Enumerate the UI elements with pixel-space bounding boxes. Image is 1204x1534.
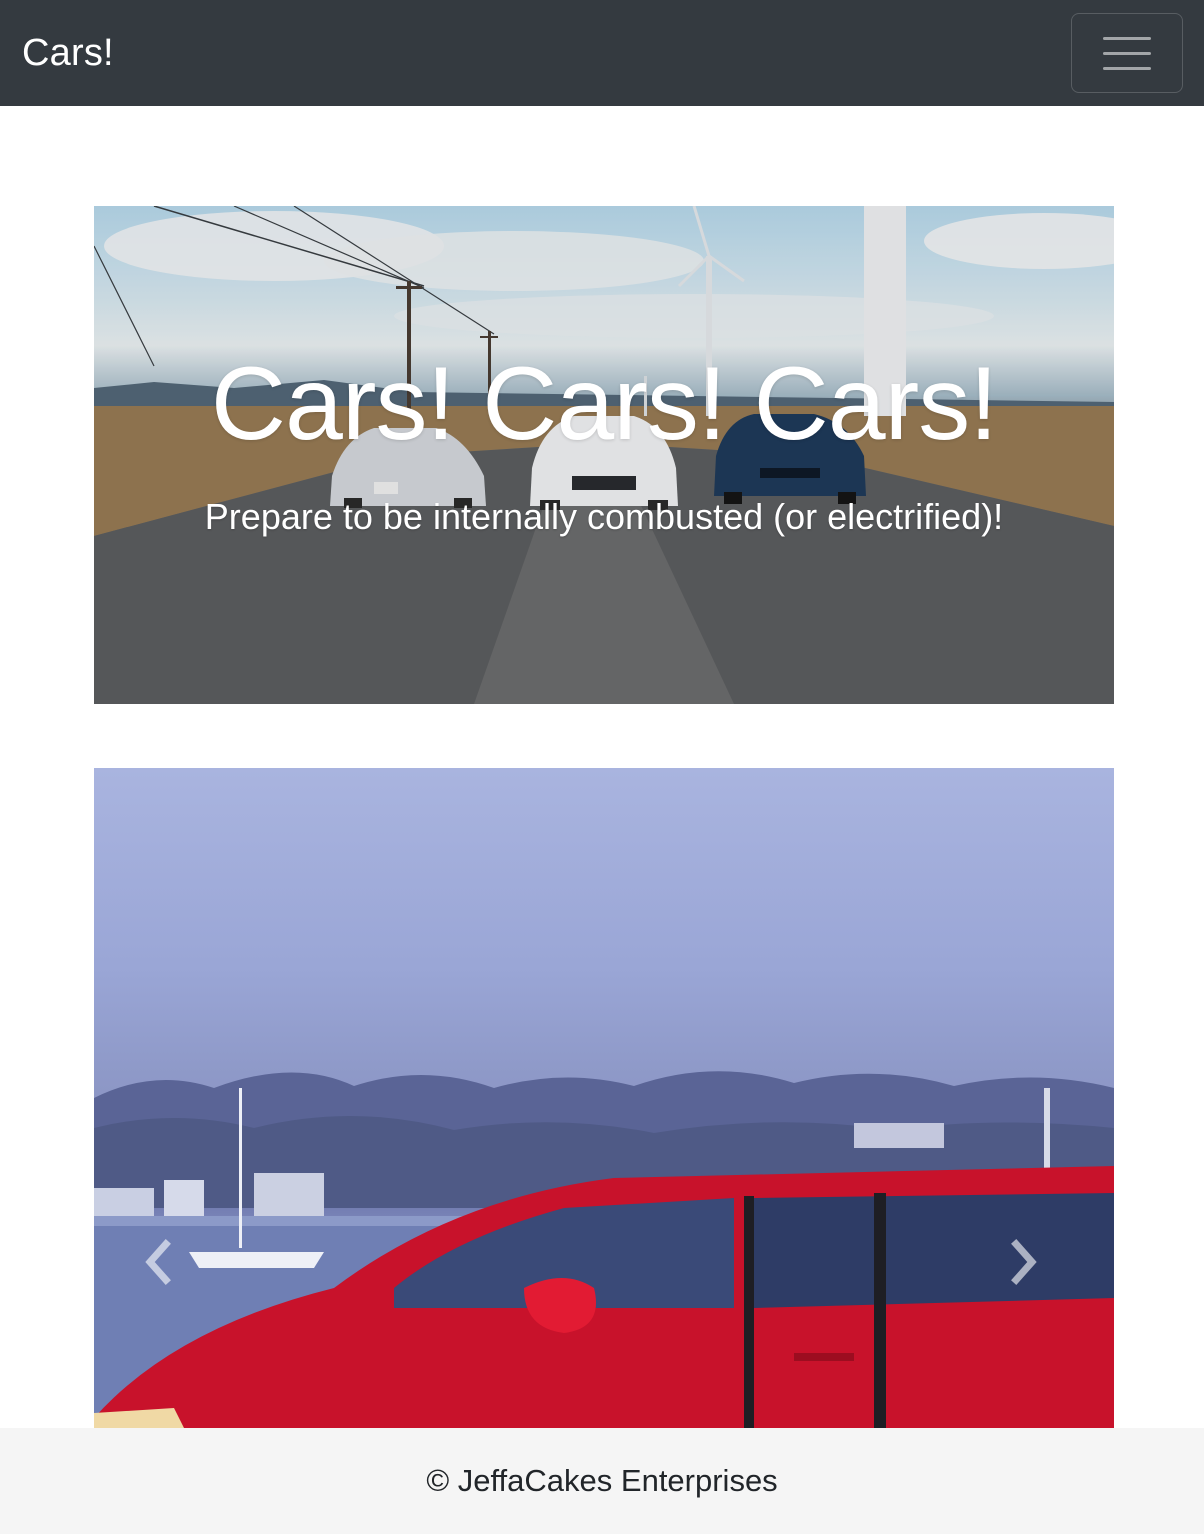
carousel-slide-photo: [94, 1071, 1114, 1428]
hamburger-line: [1103, 66, 1151, 70]
carousel-prev-button[interactable]: [140, 1238, 200, 1298]
navbar-toggler-button[interactable]: [1071, 13, 1183, 93]
navbar-brand[interactable]: Cars!: [22, 32, 114, 75]
navbar: Cars!: [0, 0, 1204, 106]
carousel-next-button[interactable]: [1006, 1238, 1066, 1298]
footer: © JeffaCakes Enterprises: [0, 1428, 1204, 1534]
hero-caption: Cars! Cars! Cars! Prepare to be internal…: [94, 206, 1114, 704]
image-carousel: [94, 768, 1114, 1428]
chevron-left-icon: [145, 1239, 171, 1285]
hero-subtitle: Prepare to be internally combusted (or e…: [204, 496, 1004, 537]
hamburger-line: [1103, 51, 1151, 55]
chevron-right-icon: [1011, 1239, 1037, 1285]
hero-title: Cars! Cars! Cars!: [210, 346, 998, 462]
hero-banner: Cars! Cars! Cars! Prepare to be internal…: [94, 206, 1114, 704]
hamburger-line: [1103, 36, 1151, 40]
footer-copyright: © JeffaCakes Enterprises: [426, 1463, 778, 1498]
